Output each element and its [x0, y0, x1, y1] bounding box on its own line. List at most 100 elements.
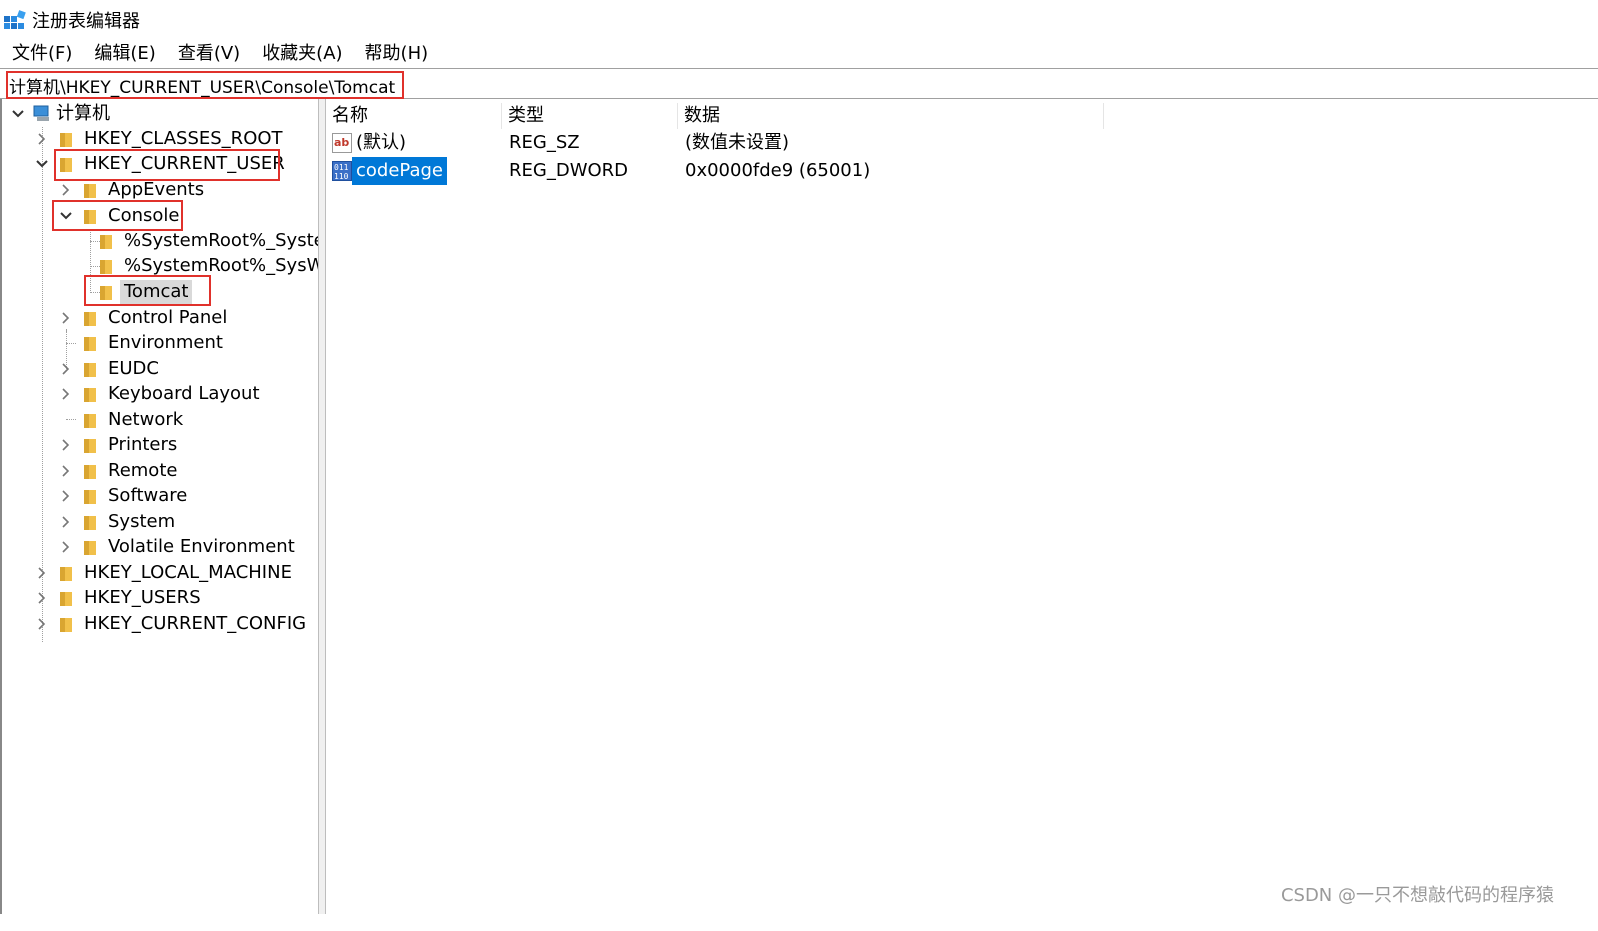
chevron-down-icon[interactable]: [34, 156, 50, 172]
folder-icon: [100, 259, 112, 274]
tree-item-environment[interactable]: Environment: [74, 330, 223, 355]
folder-icon: [84, 464, 96, 479]
chevron-down-icon[interactable]: [58, 208, 74, 224]
tree-label: Control Panel: [108, 306, 228, 328]
folder-icon: [60, 617, 72, 632]
chevron-right-icon[interactable]: [58, 437, 74, 453]
chevron-right-icon[interactable]: [58, 463, 74, 479]
tree-label: 计算机: [56, 102, 110, 124]
folder-icon: [84, 540, 96, 555]
chevron-right-icon[interactable]: [34, 131, 50, 147]
tree-label: EUDC: [108, 357, 159, 379]
tree-label: Keyboard Layout: [108, 382, 260, 404]
chevron-right-icon[interactable]: [58, 539, 74, 555]
value-name: codePage: [352, 157, 447, 185]
pane-splitter[interactable]: [318, 99, 326, 914]
column-header-data[interactable]: 数据: [678, 103, 1104, 129]
value-data: (数值未设置): [685, 132, 790, 153]
string-value-icon: ab: [332, 133, 352, 153]
column-header-type[interactable]: 类型: [502, 103, 678, 129]
tree-item-remote[interactable]: Remote: [58, 458, 177, 483]
folder-icon: [84, 438, 96, 453]
value-row[interactable]: 011 110 codePage REG_DWORD 0x0000fde9 (6…: [326, 157, 1226, 185]
tree-item-hkcr[interactable]: HKEY_CLASSES_ROOT: [34, 126, 283, 151]
menu-edit[interactable]: 编辑(E): [83, 41, 166, 67]
chevron-right-icon[interactable]: [58, 514, 74, 530]
address-input[interactable]: [6, 71, 404, 99]
folder-icon: [60, 566, 72, 581]
window-title: 注册表编辑器: [32, 11, 140, 32]
tree-item-software[interactable]: Software: [58, 483, 187, 508]
tree-label: Console: [108, 204, 180, 226]
chevron-right-icon[interactable]: [34, 565, 50, 581]
folder-icon: [84, 336, 96, 351]
tree-label: System: [108, 510, 176, 532]
tree-guide-line: [90, 229, 91, 293]
folder-icon: [84, 515, 96, 530]
folder-icon: [84, 387, 96, 402]
tree-label: %SystemRoot%_System: [124, 229, 318, 251]
value-row[interactable]: ab (默认) REG_SZ (数值未设置): [326, 129, 1226, 157]
binary-value-icon: 011 110: [332, 161, 352, 181]
menu-file[interactable]: 文件(F): [0, 41, 83, 67]
folder-icon: [84, 209, 96, 224]
tree-item-system[interactable]: System: [58, 509, 175, 534]
tree-item-systemroot-syswow64[interactable]: %SystemRoot%_SysWOW: [98, 253, 318, 278]
chevron-right-icon[interactable]: [58, 488, 74, 504]
folder-icon: [84, 489, 96, 504]
folder-icon: [60, 591, 72, 606]
tree-item-hkcu[interactable]: HKEY_CURRENT_USER: [34, 151, 285, 176]
menu-view[interactable]: 查看(V): [167, 41, 251, 67]
tree-label: Environment: [108, 331, 223, 353]
tree-item-tomcat[interactable]: Tomcat: [98, 279, 193, 304]
column-header-name[interactable]: 名称: [326, 103, 502, 129]
tree-item-systemroot-system32[interactable]: %SystemRoot%_System: [98, 228, 318, 253]
folder-icon: [84, 311, 96, 326]
bottom-strip: [0, 914, 1598, 931]
tree-item-keyboard-layout[interactable]: Keyboard Layout: [58, 381, 260, 406]
value-type: REG_SZ: [509, 132, 580, 153]
tree-label: %SystemRoot%_SysWOW: [124, 254, 318, 276]
tree-label: AppEvents: [108, 178, 205, 200]
title-bar: 注册表编辑器: [0, 0, 1598, 40]
tree-item-volatile-environment[interactable]: Volatile Environment: [58, 534, 295, 559]
svg-text:110: 110: [334, 172, 349, 181]
folder-icon: [84, 362, 96, 377]
tree-item-hklm[interactable]: HKEY_LOCAL_MACHINE: [34, 560, 292, 585]
folder-icon: [84, 413, 96, 428]
tree-item-network[interactable]: Network: [74, 407, 183, 432]
svg-text:011: 011: [334, 163, 349, 172]
tree-label: HKEY_CLASSES_ROOT: [84, 127, 283, 149]
chevron-right-icon[interactable]: [58, 386, 74, 402]
tree-item-appevents[interactable]: AppEvents: [58, 177, 204, 202]
svg-text:ab: ab: [334, 136, 349, 149]
chevron-right-icon[interactable]: [34, 616, 50, 632]
tree-item-hkcc[interactable]: HKEY_CURRENT_CONFIG: [34, 611, 306, 636]
chevron-right-icon[interactable]: [58, 310, 74, 326]
tree-item-control-panel[interactable]: Control Panel: [58, 305, 227, 330]
folder-icon: [60, 157, 72, 172]
tree-item-printers[interactable]: Printers: [58, 432, 177, 457]
folder-icon: [60, 132, 72, 147]
tree-item-computer[interactable]: 计算机: [10, 101, 110, 126]
tree-item-console[interactable]: Console: [58, 203, 179, 228]
tree-label: Remote: [108, 459, 178, 481]
folder-icon: [84, 183, 96, 198]
chevron-right-icon[interactable]: [34, 590, 50, 606]
tree-label: Volatile Environment: [108, 535, 295, 557]
tree-label: HKEY_LOCAL_MACHINE: [84, 561, 292, 583]
regedit-icon: [4, 10, 26, 29]
address-bar: [0, 68, 1598, 99]
chevron-right-icon[interactable]: [58, 182, 74, 198]
chevron-down-icon[interactable]: [10, 106, 26, 122]
tree-label: Network: [108, 408, 184, 430]
menu-favorites[interactable]: 收藏夹(A): [251, 41, 353, 67]
tree-pane[interactable]: 计算机 HKEY_CLASSES_ROOT HKEY_CURRENT_USER …: [0, 99, 318, 914]
chevron-right-icon[interactable]: [58, 361, 74, 377]
value-data: 0x0000fde9 (65001): [685, 160, 871, 181]
tree-label: HKEY_USERS: [84, 586, 201, 608]
tree-item-hku[interactable]: HKEY_USERS: [34, 585, 201, 610]
tree-item-eudc[interactable]: EUDC: [58, 356, 159, 381]
menu-help[interactable]: 帮助(H): [354, 41, 440, 67]
values-list[interactable]: 名称 类型 数据 ab (默认) REG_SZ (数值未设置) 011 110 …: [326, 99, 1598, 914]
